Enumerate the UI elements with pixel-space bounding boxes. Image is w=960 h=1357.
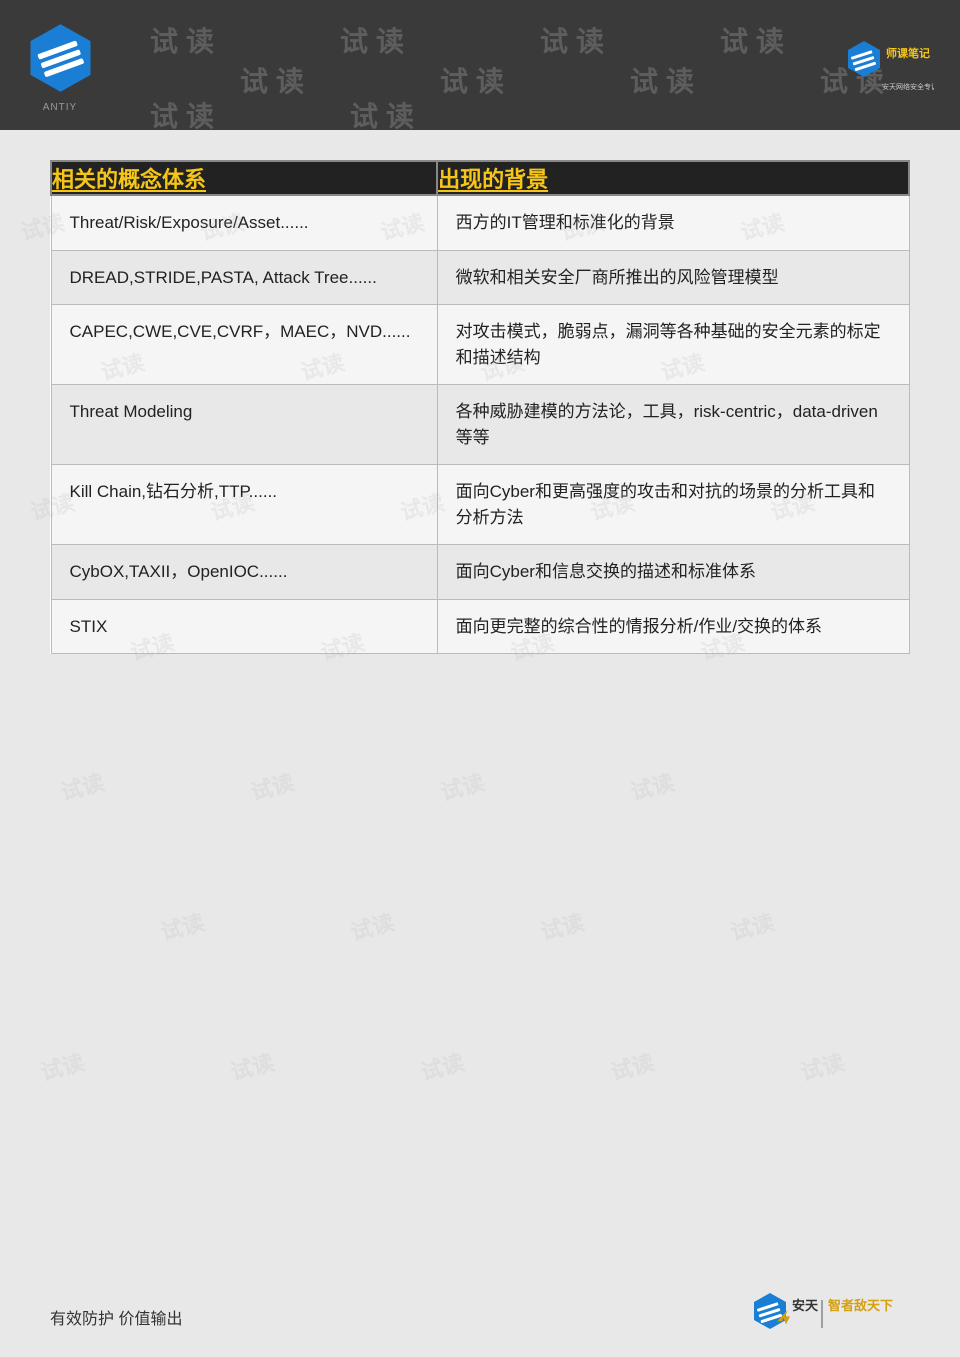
table-row: DREAD,STRIDE,PASTA, Attack Tree......微软和… — [51, 250, 909, 305]
table-cell-col2: 面向Cyber和信息交换的描述和标准体系 — [437, 545, 909, 600]
footer-tagline: 有效防护 价值输出 — [50, 1305, 182, 1329]
table-cell-col1: DREAD,STRIDE,PASTA, Attack Tree...... — [51, 250, 437, 305]
table-cell-col2: 西方的IT管理和标准化的背景 — [437, 195, 909, 250]
svg-text:安天网络安全专训营第四期: 安天网络安全专训营第四期 — [882, 82, 934, 91]
logo-label: ANTIY — [43, 102, 77, 113]
table-cell-col1: Threat Modeling — [51, 385, 437, 465]
main-table: 相关的概念体系 出现的背景 Threat/Risk/Exposure/Asset… — [50, 160, 910, 654]
col1-header: 相关的概念体系 — [51, 161, 437, 195]
col2-header: 出现的背景 — [437, 161, 909, 195]
logo-area: ANTIY — [0, 0, 120, 130]
watermark-4: 试读 — [720, 20, 792, 60]
watermark-6: 试读 — [440, 60, 512, 100]
table-cell-col1: CAPEC,CWE,CVE,CVRF，MAEC，NVD...... — [51, 305, 437, 385]
content-area: 相关的概念体系 出现的背景 Threat/Risk/Exposure/Asset… — [50, 160, 910, 1257]
watermark-10: 试读 — [350, 95, 422, 130]
table-row: Kill Chain,钻石分析,TTP......面向Cyber和更高强度的攻击… — [51, 465, 909, 545]
table-row: Threat Modeling各种威胁建模的方法论，工具，risk-centri… — [51, 385, 909, 465]
table-cell-col2: 面向更完整的综合性的情报分析/作业/交换的体系 — [437, 599, 909, 654]
watermark-5: 试读 — [240, 60, 312, 100]
footer: 有效防护 价值输出 安天 智者敌天下 — [0, 1277, 960, 1357]
watermark-1: 试读 — [150, 20, 222, 60]
watermark-3: 试读 — [540, 20, 612, 60]
table-row: Threat/Risk/Exposure/Asset......西方的IT管理和… — [51, 195, 909, 250]
table-cell-col2: 对攻击模式，脆弱点，漏洞等各种基础的安全元素的标定和描述结构 — [437, 305, 909, 385]
svg-text:智者敌天下: 智者敌天下 — [828, 1298, 893, 1313]
table-row: CybOX,TAXII，OpenIOC......面向Cyber和信息交换的描述… — [51, 545, 909, 600]
footer-logo: 安天 智者敌天下 — [750, 1290, 910, 1345]
watermark-9: 试读 — [150, 95, 222, 130]
svg-text:安天: 安天 — [792, 1298, 819, 1313]
table-cell-col1: STIX — [51, 599, 437, 654]
antiy-logo-icon — [23, 18, 98, 98]
header: ANTIY 试读 试读 试读 试读 试读 试读 试读 试读 试读 试读 师课笔记… — [0, 0, 960, 130]
table-header-row: 相关的概念体系 出现的背景 — [51, 161, 909, 195]
brand-right: 师课笔记 安天网络安全专训营第四期 — [834, 16, 944, 116]
table-cell-col1: Threat/Risk/Exposure/Asset...... — [51, 195, 437, 250]
watermark-2: 试读 — [340, 20, 412, 60]
table-cell-col2: 微软和相关安全厂商所推出的风险管理模型 — [437, 250, 909, 305]
table-cell-col2: 各种威胁建模的方法论，工具，risk-centric，data-driven等等 — [437, 385, 909, 465]
brand-logo-icon: 师课笔记 安天网络安全专训营第四期 — [844, 39, 934, 94]
watermark-7: 试读 — [630, 60, 702, 100]
svg-text:师课笔记: 师课笔记 — [886, 46, 930, 60]
table-cell-col2: 面向Cyber和更高强度的攻击和对抗的场景的分析工具和分析方法 — [437, 465, 909, 545]
table-cell-col1: CybOX,TAXII，OpenIOC...... — [51, 545, 437, 600]
footer-logo-icon: 安天 智者敌天下 — [750, 1290, 910, 1345]
table-row: STIX面向更完整的综合性的情报分析/作业/交换的体系 — [51, 599, 909, 654]
table-row: CAPEC,CWE,CVE,CVRF，MAEC，NVD......对攻击模式，脆… — [51, 305, 909, 385]
table-cell-col1: Kill Chain,钻石分析,TTP...... — [51, 465, 437, 545]
